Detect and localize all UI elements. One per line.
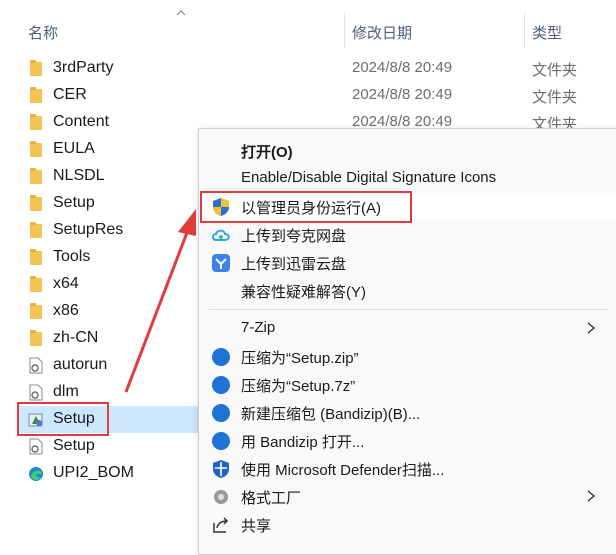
file-name: 3rdParty [53,59,114,76]
folder-icon [30,114,42,130]
menu-item-signature-icons[interactable]: Enable/Disable Digital Signature Icons [199,165,616,192]
settings-file-icon [29,384,43,401]
file-date: 2024/8/8 20:49 [352,59,453,76]
file-name: CER [53,86,87,103]
file-row-cer[interactable]: CER 2024/8/8 20:49 文件夹 [18,82,616,109]
folder-icon [30,141,42,157]
menu-item-compat-troubleshoot[interactable]: 兼容性疑难解答(Y) [199,277,616,304]
bandizip-icon [211,403,231,423]
quark-cloud-icon [212,229,230,241]
menu-item-share[interactable]: 共享 [199,511,616,538]
menu-item-open[interactable]: 打开(O) [199,137,616,164]
folder-icon [30,276,42,292]
folder-icon [30,222,42,238]
share-icon [213,517,229,533]
column-name-header[interactable]: 名称 [28,22,58,43]
file-name: Tools [53,248,91,265]
file-name: Setup [53,437,95,454]
folder-icon [30,330,42,346]
file-date: 2024/8/8 20:49 [352,86,453,103]
menu-item-compress-zip[interactable]: 压缩为“Setup.zip” [199,343,616,370]
file-type: 文件夹 [532,62,578,79]
defender-shield-icon [213,460,229,478]
menu-item-compress-7z[interactable]: 压缩为“Setup.7z” [199,371,616,398]
menu-item-open-bandizip[interactable]: 用 Bandizip 打开... [199,427,616,454]
file-name: autorun [53,356,108,373]
folder-icon [30,249,42,265]
file-type: 文件夹 [532,89,578,106]
menu-item-new-archive[interactable]: 新建压缩包 (Bandizip)(B)... [199,399,616,426]
column-date-header[interactable]: 修改日期 [352,22,412,43]
folder-icon [30,60,42,76]
menu-item-format-factory[interactable]: 格式工厂 [199,483,616,510]
file-name: NLSDL [53,167,105,184]
menu-item-upload-quark[interactable]: 上传到夸克网盘 [199,221,616,248]
annotation-box-run-as-admin [200,191,412,223]
settings-file-icon [29,438,43,455]
column-header: 名称 修改日期 类型 [0,0,616,48]
file-name: zh-CN [53,329,99,346]
file-name: dlm [53,383,79,400]
format-factory-icon [214,490,228,504]
menu-item-upload-xunlei[interactable]: 上传到迅雷云盘 [199,249,616,276]
annotation-box-setup [17,402,109,436]
column-divider[interactable] [524,12,525,48]
file-name: UPI2_BOM [53,464,134,481]
file-name: x64 [53,275,79,292]
bandizip-icon [211,347,231,367]
sort-ascending-icon[interactable] [176,10,186,16]
folder-icon [30,303,42,319]
settings-file-icon [29,357,43,374]
file-name: Setup [53,194,95,211]
file-name: Content [53,113,110,130]
menu-item-7zip[interactable]: 7-Zip [199,315,616,342]
menu-item-defender-scan[interactable]: 使用 Microsoft Defender扫描... [199,455,616,482]
column-divider[interactable] [344,12,345,48]
file-name: SetupRes [53,221,124,238]
file-row-3rdparty[interactable]: 3rdParty 2024/8/8 20:49 文件夹 [18,55,616,82]
folder-icon [30,168,42,184]
edge-icon [29,467,43,481]
folder-icon [30,195,42,211]
bandizip-icon [211,375,231,395]
menu-separator [209,309,609,310]
file-name: EULA [53,140,95,157]
xunlei-icon [212,254,230,272]
column-type-header[interactable]: 类型 [532,22,562,43]
file-name: x86 [53,302,79,319]
bandizip-icon [211,431,231,451]
folder-icon [30,87,42,103]
chevron-right-icon [587,322,595,334]
chevron-right-icon [587,490,595,502]
